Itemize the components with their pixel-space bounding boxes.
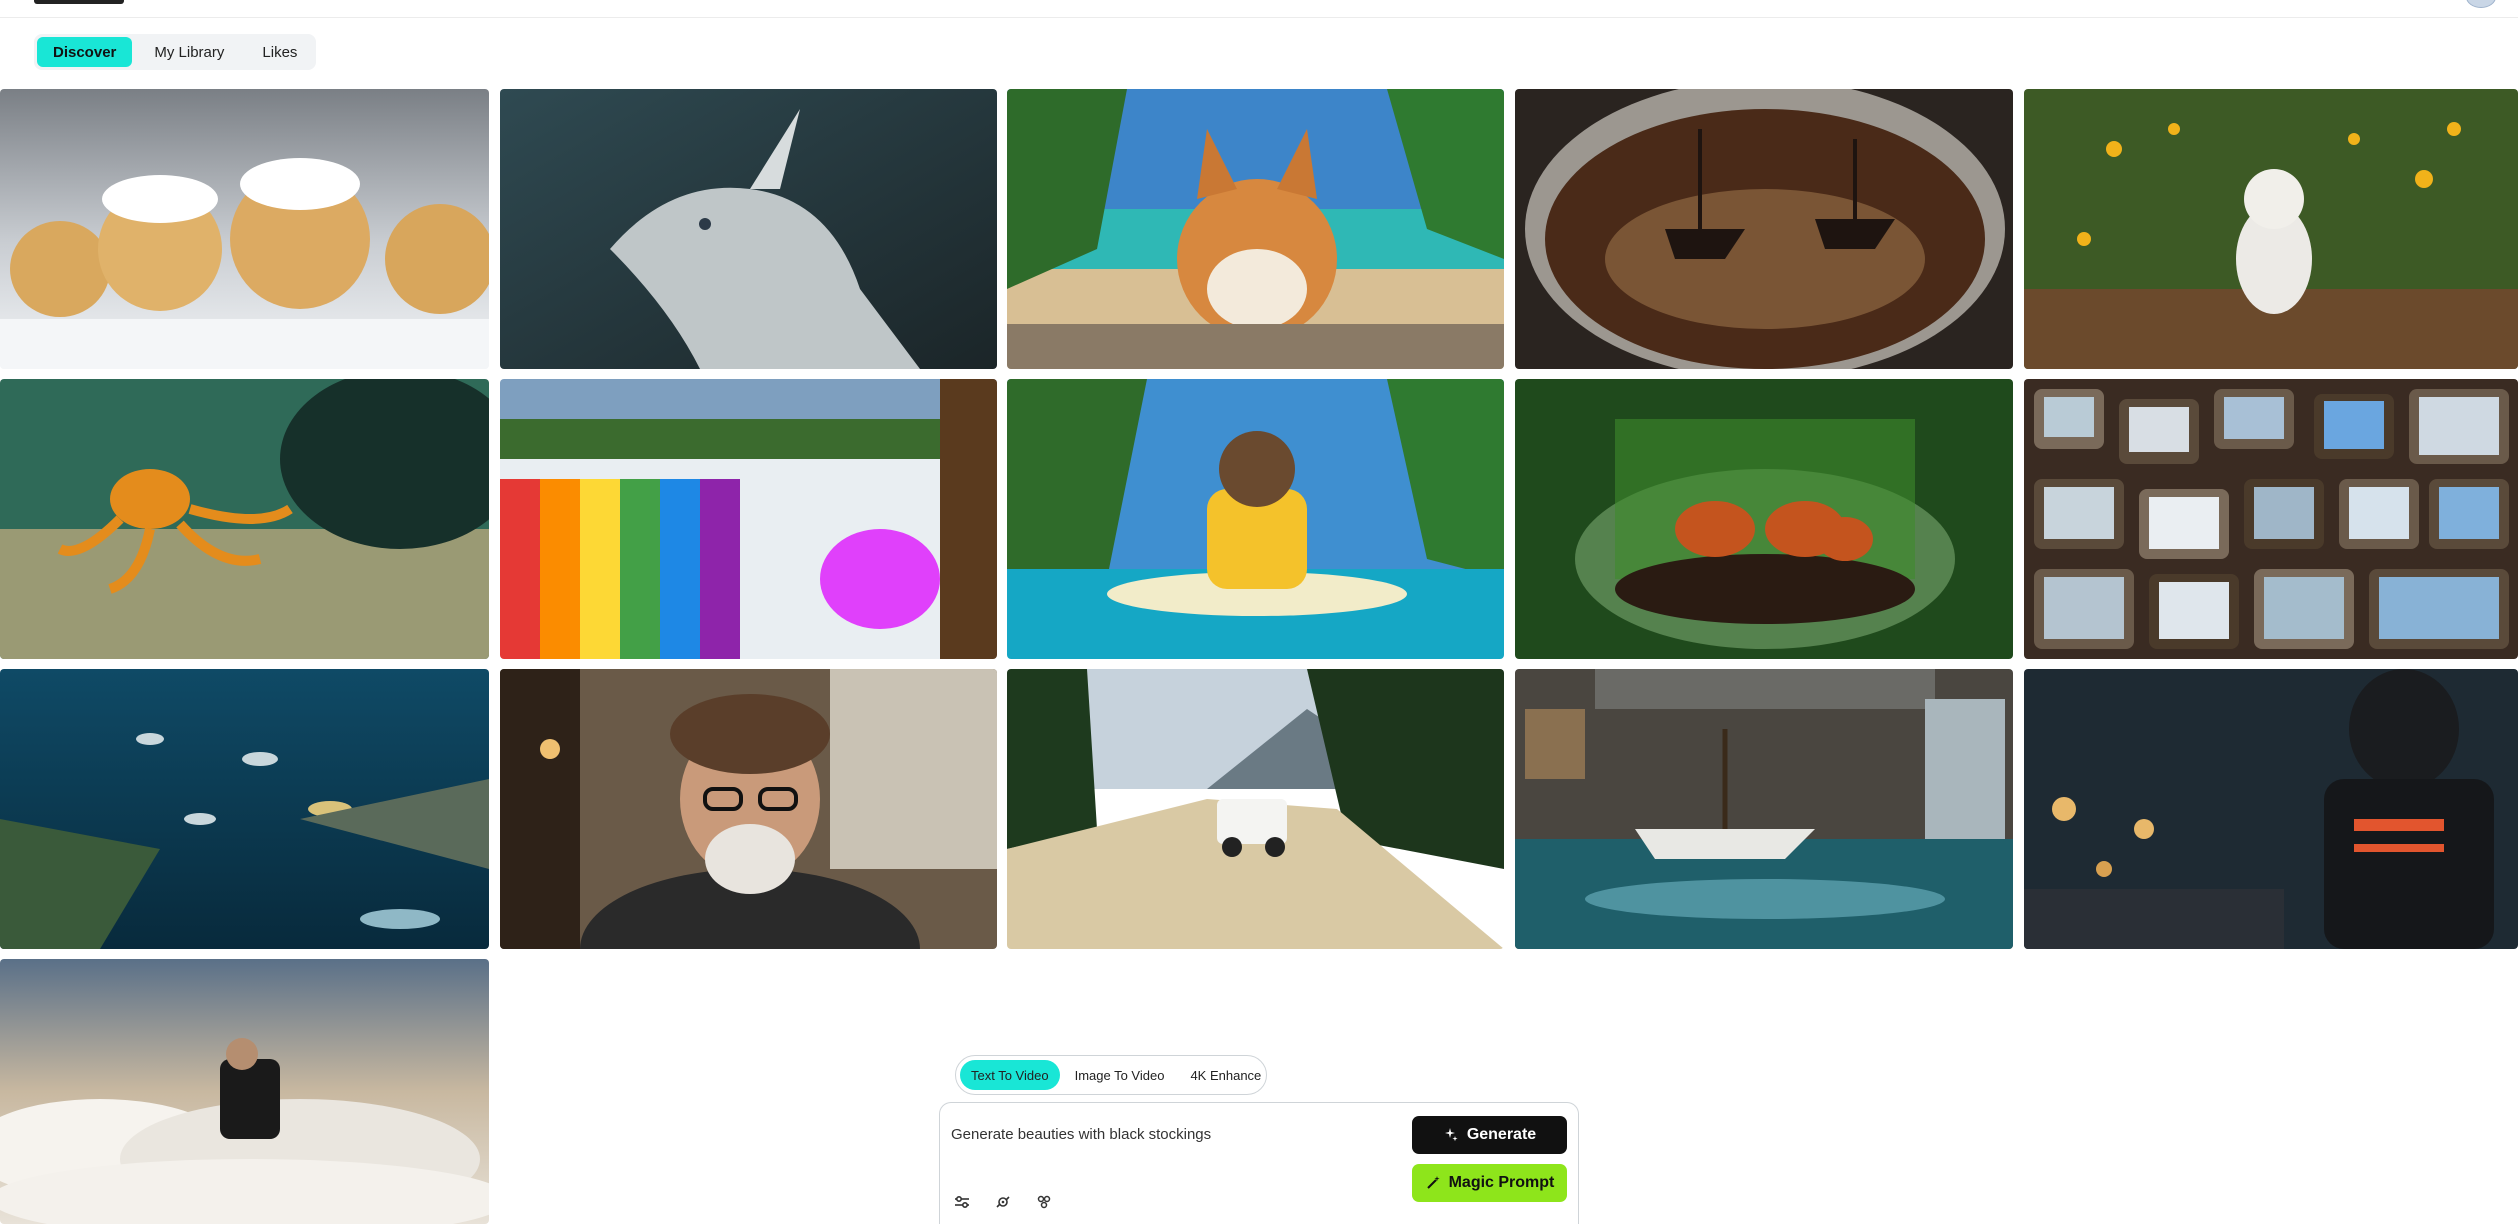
magic-prompt-button[interactable]: Magic Prompt — [1412, 1164, 1567, 1202]
gallery-item-aquarium[interactable] — [0, 669, 489, 949]
camera-motion-icon[interactable] — [994, 1193, 1012, 1211]
generate-button-label: Generate — [1466, 1126, 1537, 1143]
gallery-item-rainbow-falls[interactable] — [500, 379, 997, 659]
tvs-image — [2024, 379, 2518, 659]
puppies-image — [0, 89, 489, 369]
tab-discover[interactable]: Discover — [37, 37, 133, 67]
cat-image — [2024, 89, 2518, 369]
logo[interactable] — [34, 0, 124, 4]
corgi-image — [1007, 89, 1504, 369]
red-pandas-image — [1515, 379, 2013, 659]
prompt-input[interactable]: Generate beauties with black stockings — [951, 1126, 1211, 1143]
gallery-item-corgi[interactable] — [1007, 89, 1504, 369]
aquarium-image — [0, 669, 489, 949]
view-tabs: Discover My Library Likes — [34, 34, 317, 70]
dragon-image — [500, 89, 997, 369]
prompt-panel: Generate beauties with black stockings G… — [939, 1102, 1579, 1224]
magic-wand-icon — [1426, 1176, 1440, 1189]
otter-image — [1007, 379, 1504, 659]
gallery-item-red-pandas[interactable] — [1515, 379, 2013, 659]
octopus-image — [0, 379, 489, 659]
flooded-gallery-image — [1515, 669, 2013, 949]
generation-mode-tabs: Text To Video Image To Video 4K Enhance — [955, 1055, 1267, 1095]
generate-button[interactable]: Generate — [1412, 1116, 1567, 1154]
gallery-item-dragon[interactable] — [500, 89, 997, 369]
tab-image-to-video[interactable]: Image To Video — [1064, 1060, 1176, 1090]
tab-likes[interactable]: Likes — [246, 37, 313, 67]
cloud-reader-image — [0, 959, 489, 1224]
jeep-image — [1007, 669, 1504, 949]
gallery-item-puppies[interactable] — [0, 89, 489, 369]
gallery-item-robot[interactable] — [2024, 669, 2518, 949]
magic-prompt-button-label: Magic Prompt — [1448, 1174, 1555, 1191]
gallery-item-cloud-reader[interactable] — [0, 959, 489, 1224]
gallery-item-cat[interactable] — [2024, 89, 2518, 369]
robot-image — [2024, 669, 2518, 949]
top-bar — [0, 0, 2518, 18]
settings-sliders-icon[interactable] — [953, 1193, 971, 1211]
old-man-image — [500, 669, 997, 949]
gallery-item-tvs[interactable] — [2024, 379, 2518, 659]
gallery-item-otter[interactable] — [1007, 379, 1504, 659]
style-effects-icon[interactable] — [1035, 1193, 1053, 1211]
rainbow-falls-image — [500, 379, 997, 659]
tab-text-to-video[interactable]: Text To Video — [960, 1060, 1060, 1090]
gallery-item-jeep[interactable] — [1007, 669, 1504, 949]
gallery-item-flooded-gallery[interactable] — [1515, 669, 2013, 949]
sparkle-icon — [1444, 1128, 1458, 1142]
avatar[interactable] — [2466, 0, 2496, 8]
coffee-ships-image — [1515, 89, 2013, 369]
gallery-item-coffee-ships[interactable] — [1515, 89, 2013, 369]
tab-4k-enhance[interactable]: 4K Enhance — [1179, 1060, 1272, 1090]
gallery-item-old-man[interactable] — [500, 669, 997, 949]
gallery-item-octopus[interactable] — [0, 379, 489, 659]
tab-my-library[interactable]: My Library — [138, 37, 240, 67]
